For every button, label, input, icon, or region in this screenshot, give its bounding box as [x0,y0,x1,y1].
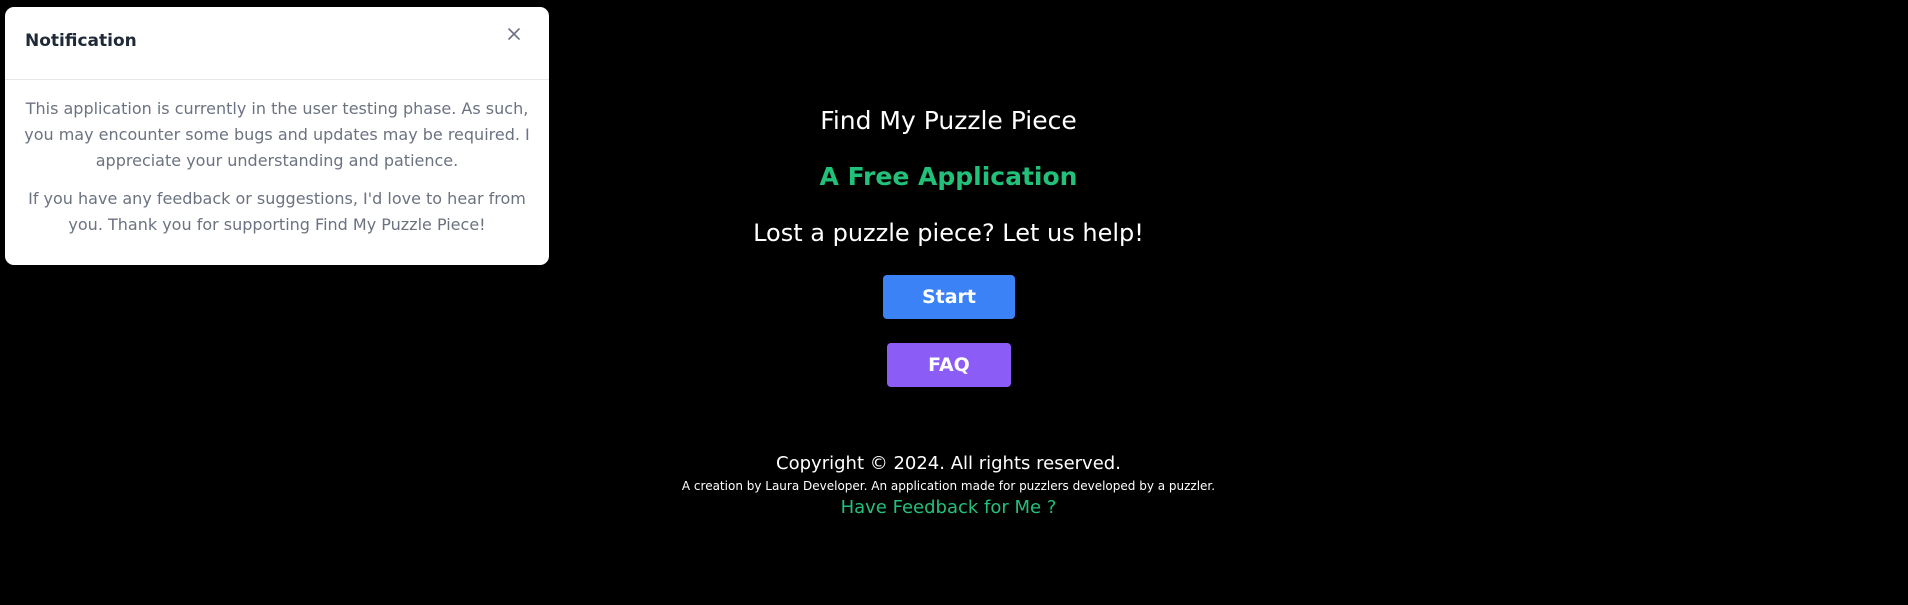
faq-button[interactable]: FAQ [887,343,1011,387]
notification-paragraph-testing: This application is currently in the use… [24,99,530,170]
start-button[interactable]: Start [883,275,1015,319]
feedback-link[interactable]: Have Feedback for Me ? [841,497,1057,518]
page: Find My Puzzle Piece A Free Application … [0,0,1908,605]
footer-credit: A creation by Laura Developer. An applic… [681,479,1216,493]
notification-paragraph-feedback: If you have any feedback or suggestions,… [28,189,526,234]
close-icon [501,21,527,47]
footer-feedback: Have Feedback for Me ? [0,496,1897,520]
notification-body: This application is currently in the use… [5,80,549,238]
close-button[interactable] [501,21,527,47]
notification-header: Notification [5,7,549,80]
notification-modal: Notification This application is current… [5,7,549,265]
footer-copyright: Copyright © 2024. All rights reserved. [776,453,1121,474]
notification-title: Notification [25,31,137,51]
